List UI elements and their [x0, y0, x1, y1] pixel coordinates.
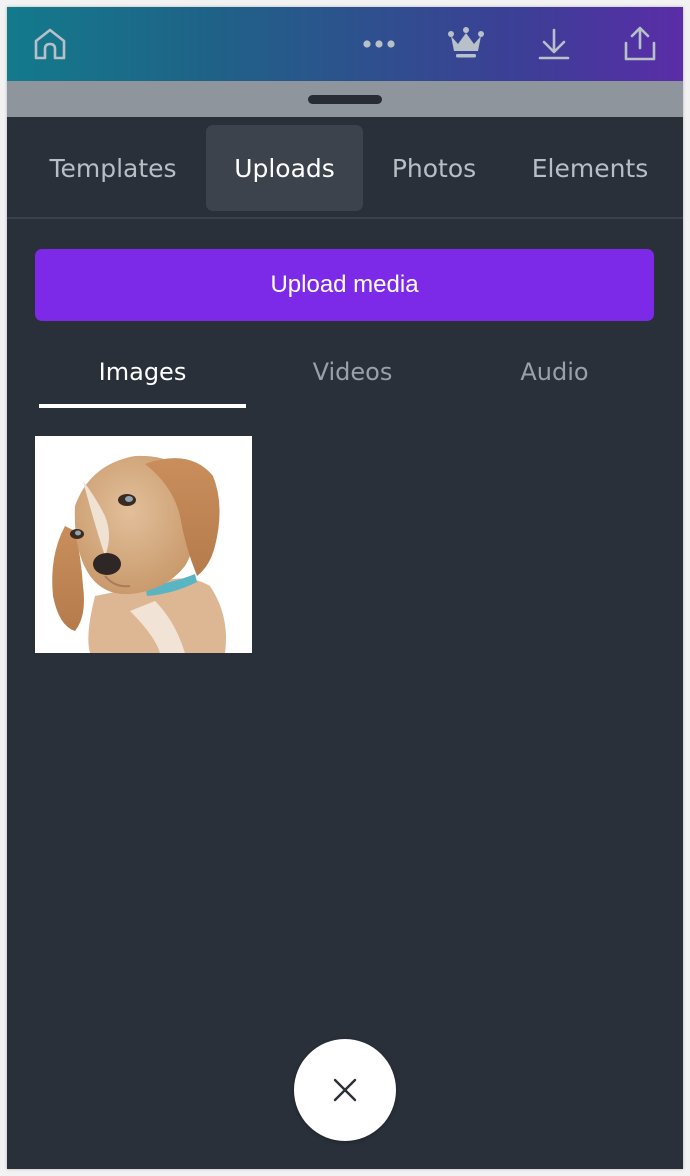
drag-handle[interactable]	[308, 95, 382, 104]
top-toolbar	[7, 7, 683, 81]
drag-handle-bar[interactable]	[7, 81, 683, 117]
panel-tabs: Templates Uploads Photos Elements	[7, 117, 683, 219]
app-frame: Templates Uploads Photos Elements Upload…	[7, 7, 683, 1169]
premium-button[interactable]	[444, 7, 488, 81]
download-icon	[538, 28, 570, 60]
home-button[interactable]	[29, 7, 71, 81]
tab-uploads[interactable]: Uploads	[206, 125, 363, 211]
upload-media-button[interactable]: Upload media	[35, 249, 654, 321]
puppy-image	[35, 436, 252, 653]
active-tab-indicator	[39, 404, 246, 408]
more-options-button[interactable]	[359, 7, 399, 81]
close-icon	[333, 1078, 357, 1102]
tab-photos[interactable]: Photos	[367, 125, 501, 211]
share-icon	[624, 26, 656, 61]
more-horizontal-icon	[363, 40, 395, 48]
close-panel-button[interactable]	[294, 1039, 396, 1141]
media-tab-images[interactable]: Images	[39, 337, 246, 407]
media-tab-audio[interactable]: Audio	[451, 337, 658, 407]
uploaded-image-thumbnail[interactable]	[35, 436, 252, 653]
home-icon	[34, 28, 66, 60]
tab-elements[interactable]: Elements	[515, 125, 665, 211]
crown-icon	[448, 27, 484, 58]
download-button[interactable]	[534, 7, 574, 81]
tab-templates[interactable]: Templates	[29, 125, 197, 211]
share-button[interactable]	[619, 7, 661, 81]
media-tab-videos[interactable]: Videos	[249, 337, 456, 407]
